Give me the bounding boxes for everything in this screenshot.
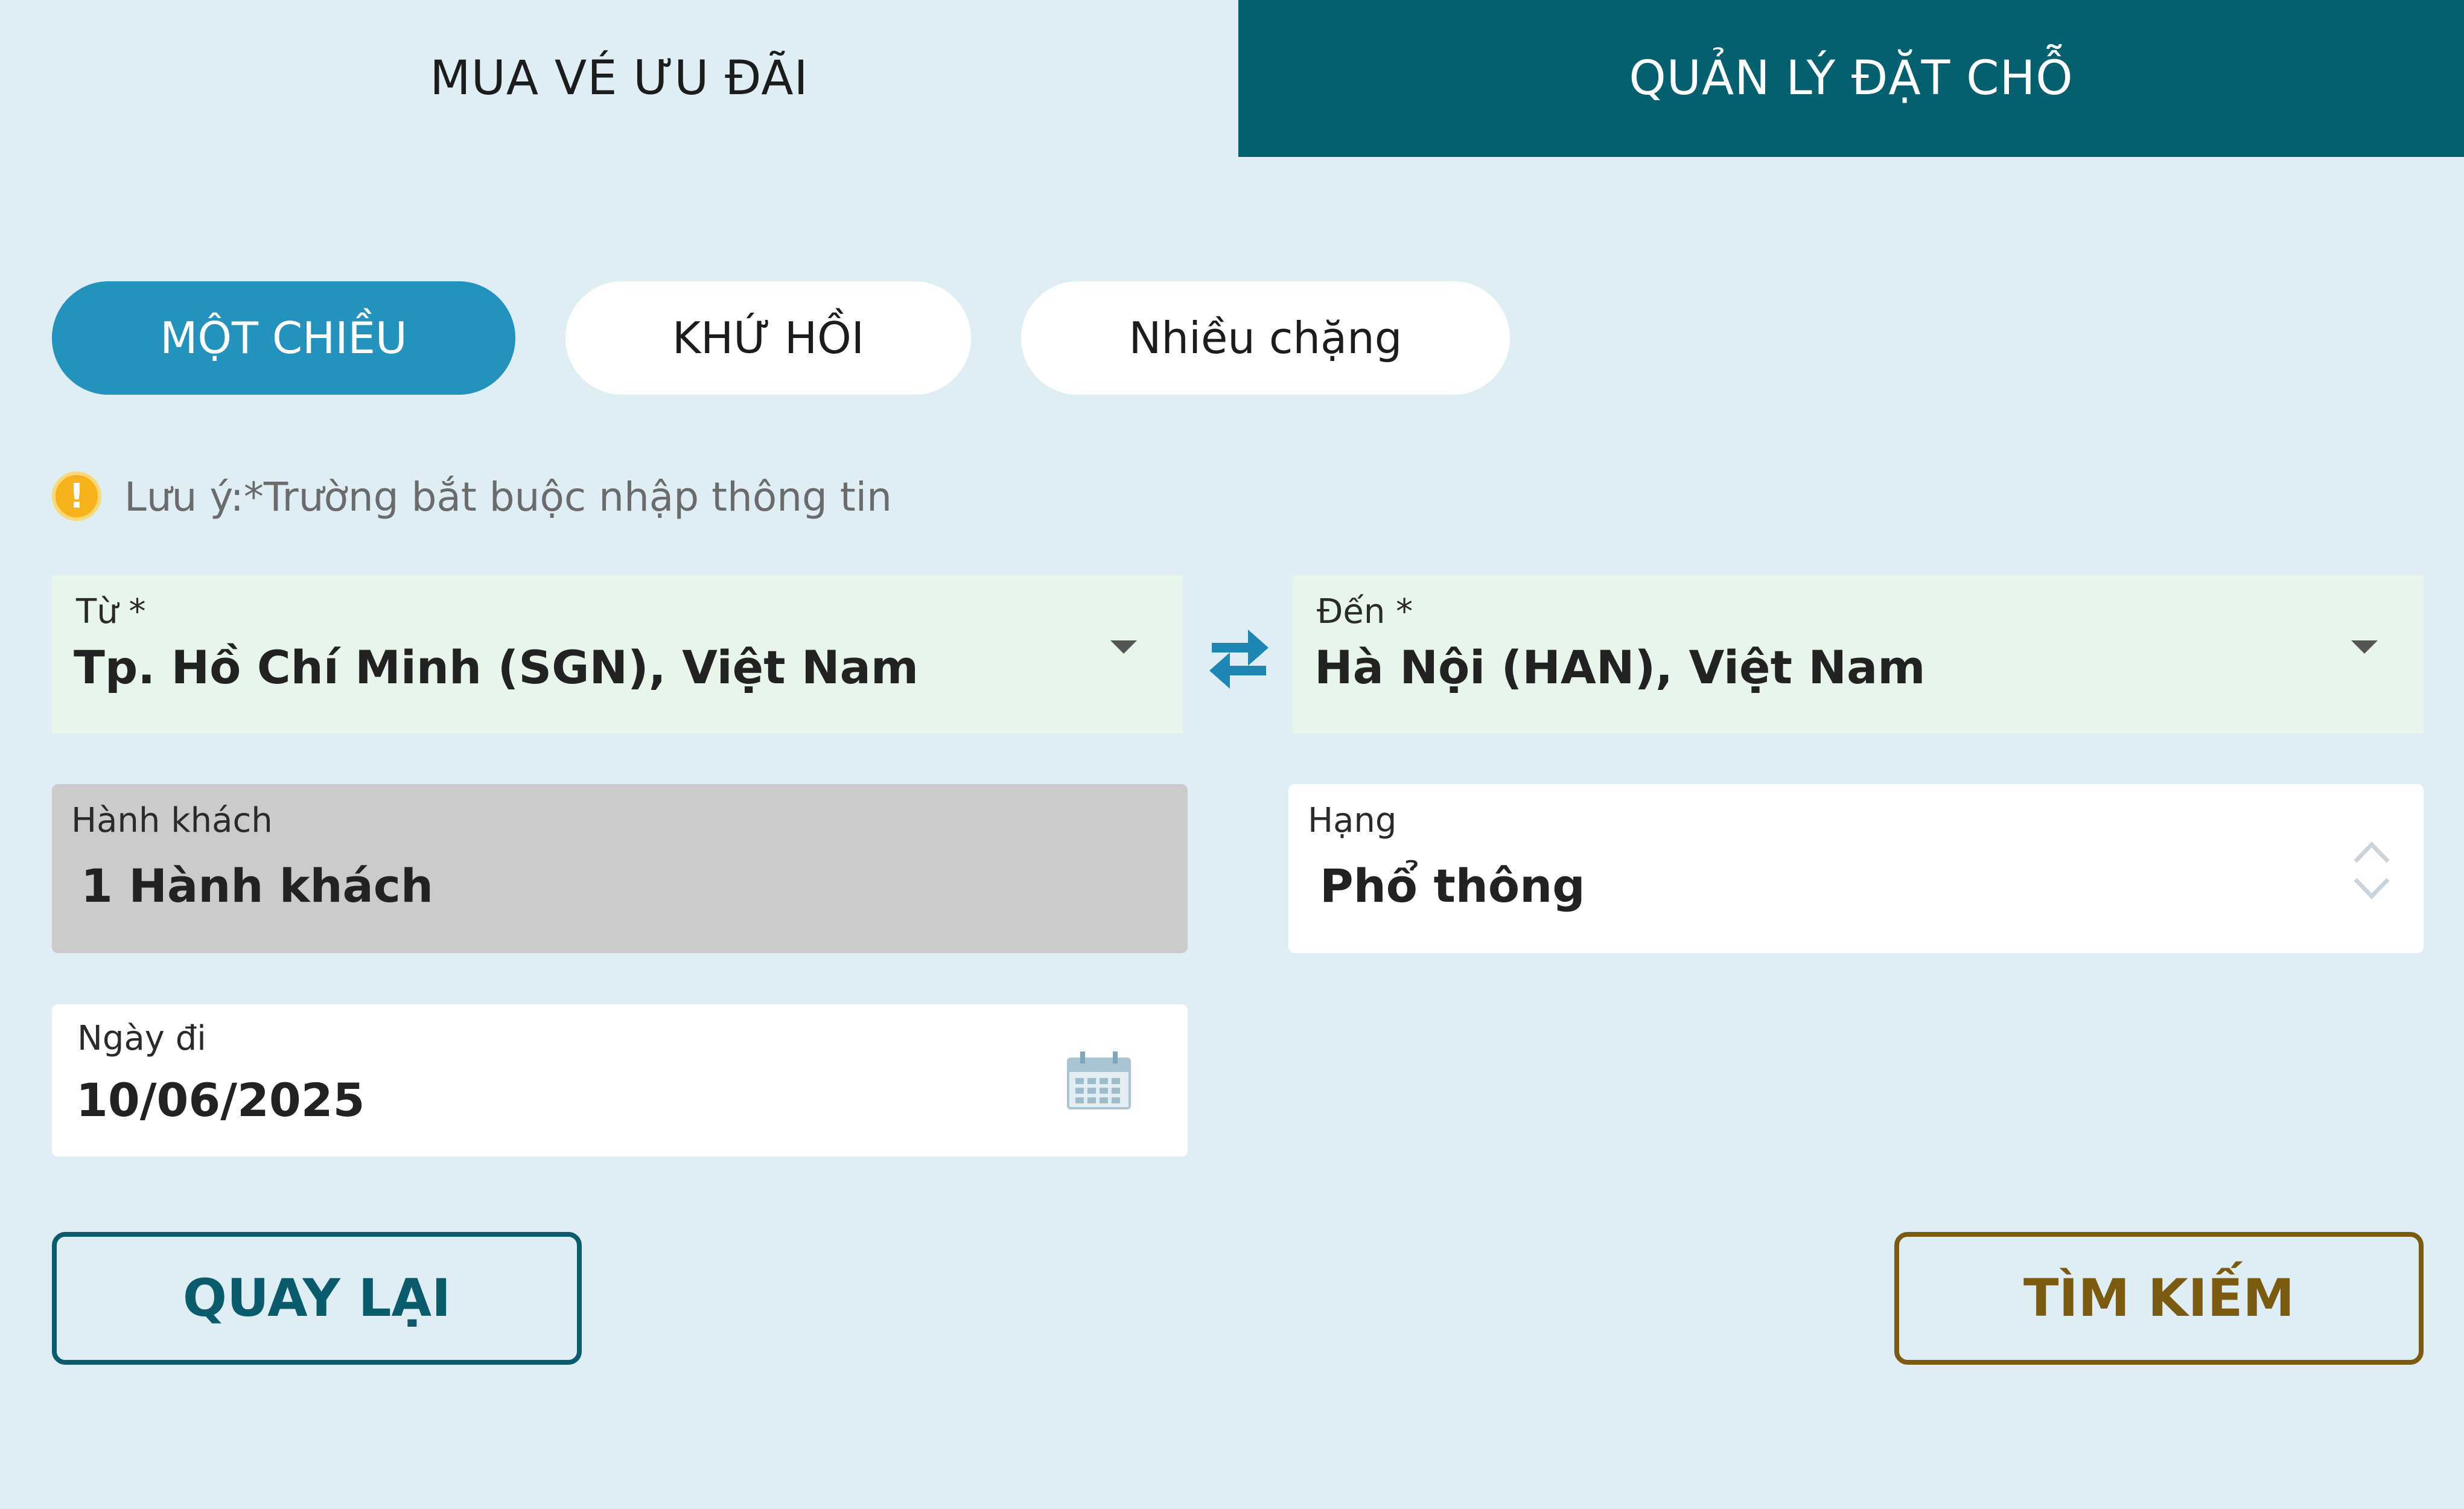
search-button[interactable]: TÌM KIẾM xyxy=(1894,1232,2424,1365)
trip-type-one-way-button[interactable]: MỘT CHIỀU xyxy=(52,281,515,395)
to-value: Hà Nội (HAN), Việt Nam xyxy=(1314,640,1926,694)
passengers-value: 1 Hành khách xyxy=(81,859,433,913)
required-fields-note: Lưu ý:*Trường bắt buộc nhập thông tin xyxy=(124,473,892,520)
chevron-down-icon xyxy=(1110,640,1137,654)
to-label: Đến * xyxy=(1317,592,1413,631)
swap-direction-icon[interactable] xyxy=(1206,619,1272,691)
warning-icon: ! xyxy=(52,471,101,521)
departure-date-value: 10/06/2025 xyxy=(76,1073,365,1127)
back-button[interactable]: QUAY LẠI xyxy=(52,1232,582,1365)
to-airport-select[interactable]: Đến * Hà Nội (HAN), Việt Nam xyxy=(1293,575,2424,733)
departure-date-field[interactable]: Ngày đi 10/06/2025 xyxy=(52,1004,1188,1156)
calendar-icon[interactable] xyxy=(1066,1050,1132,1111)
cabin-class-label: Hạng xyxy=(1308,801,1397,840)
chevron-up-down-icon xyxy=(2354,841,2390,900)
from-airport-select[interactable]: Từ * Tp. Hồ Chí Minh (SGN), Việt Nam xyxy=(52,575,1183,733)
passengers-label: Hành khách xyxy=(71,801,273,840)
passengers-field[interactable]: Hành khách 1 Hành khách xyxy=(52,784,1188,953)
cabin-class-value: Phổ thông xyxy=(1320,859,1585,913)
trip-type-multi-city-button[interactable]: Nhiều chặng xyxy=(1021,281,1510,395)
cabin-class-select[interactable]: Hạng Phổ thông xyxy=(1288,784,2424,953)
from-value: Tp. Hồ Chí Minh (SGN), Việt Nam xyxy=(74,640,919,694)
departure-date-label: Ngày đi xyxy=(77,1019,206,1058)
trip-type-round-trip-button[interactable]: KHỨ HỒI xyxy=(565,281,971,395)
tab-buy-promo-tickets[interactable]: MUA VÉ ƯU ĐÃI xyxy=(0,0,1238,157)
tab-manage-booking[interactable]: QUẢN LÝ ĐẶT CHỖ xyxy=(1238,0,2464,157)
chevron-down-icon xyxy=(2351,640,2378,654)
from-label: Từ * xyxy=(76,592,146,631)
